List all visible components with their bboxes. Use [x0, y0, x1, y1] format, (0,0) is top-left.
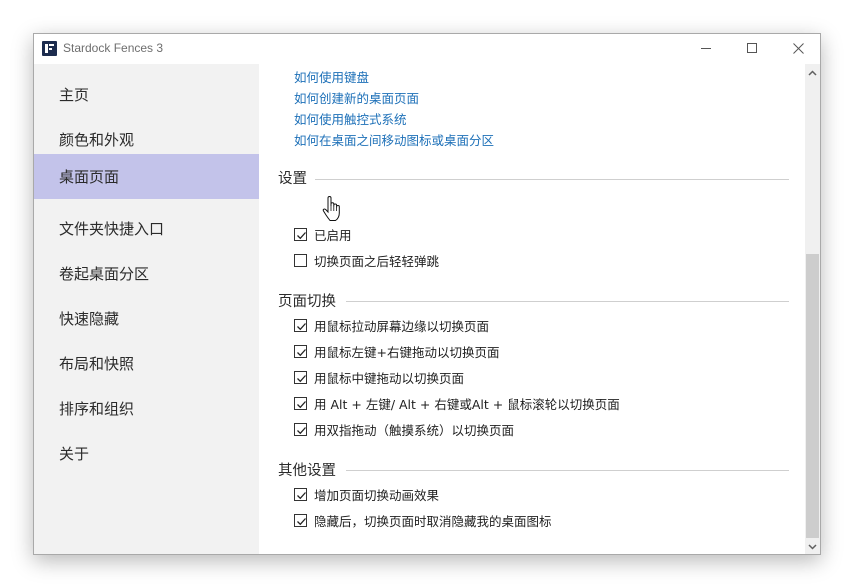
checkbox[interactable]	[294, 227, 307, 241]
checkmark-icon	[297, 400, 306, 408]
option-label: 增加页面切换动画效果	[314, 487, 440, 503]
checkbox[interactable]	[294, 253, 307, 267]
fences-app-icon	[42, 41, 57, 56]
checkbox[interactable]	[294, 422, 307, 436]
sidebar-item-desktop-pages[interactable]: 桌面页面	[34, 154, 259, 199]
checkmark-icon	[297, 517, 306, 525]
help-link-move-icons[interactable]: 如何在桌面之间移动图标或桌面分区	[294, 130, 494, 149]
checkmark-icon	[297, 231, 306, 239]
minimize-button[interactable]	[683, 34, 729, 63]
title-bar[interactable]: Stardock Fences 3	[34, 34, 820, 63]
sidebar-item-rollup[interactable]: 卷起桌面分区	[34, 251, 259, 296]
help-link-keyboard[interactable]: 如何使用键盘	[294, 67, 369, 86]
hand-cursor-icon	[322, 196, 340, 221]
option-screen-edge[interactable]: 用鼠标拉动屏幕边缘以切换页面	[294, 316, 489, 334]
option-middle-drag[interactable]: 用鼠标中键拖动以切换页面	[294, 368, 464, 386]
option-switch-animation[interactable]: 增加页面切换动画效果	[294, 485, 439, 503]
checkbox[interactable]	[294, 318, 307, 332]
checkmark-icon	[297, 491, 306, 499]
section-divider	[346, 301, 789, 302]
close-button[interactable]	[775, 34, 820, 63]
sidebar-item-layout-snapshots[interactable]: 布局和快照	[34, 341, 259, 386]
chevron-down-icon	[808, 544, 817, 550]
scroll-up-button[interactable]	[805, 64, 820, 82]
option-label: 用双指拖动（触摸系统）以切换页面	[314, 422, 515, 438]
option-label: 用 Alt + 左键/ Alt + 右键或Alt + 鼠标滚轮以切换页面	[314, 396, 620, 412]
checkbox[interactable]	[294, 370, 307, 384]
sidebar-item-folder-portals[interactable]: 文件夹快捷入口	[34, 206, 259, 251]
option-label: 隐藏后，切换页面时取消隐藏我的桌面图标	[314, 513, 552, 529]
checkbox[interactable]	[294, 396, 307, 410]
app-window: Stardock Fences 3 主页 颜色和外观 桌面页面 文件夹快捷入口 …	[33, 33, 821, 555]
option-label: 切换页面之后轻轻弹跳	[314, 253, 440, 269]
checkmark-icon	[297, 348, 306, 356]
checkbox[interactable]	[294, 487, 307, 501]
minimize-icon	[700, 48, 711, 49]
section-title-settings: 设置	[278, 171, 307, 187]
help-link-touch[interactable]: 如何使用触控式系统	[294, 109, 407, 128]
scroll-down-button[interactable]	[805, 538, 820, 554]
option-label: 已启用	[314, 227, 352, 243]
option-label: 用鼠标拉动屏幕边缘以切换页面	[314, 318, 490, 334]
chevron-up-icon	[808, 70, 817, 76]
section-title-other: 其他设置	[278, 463, 336, 479]
sidebar-item-home[interactable]: 主页	[34, 72, 259, 117]
checkmark-icon	[297, 426, 306, 434]
option-enabled[interactable]: 已启用	[294, 225, 352, 243]
option-label: 用鼠标左键+右键拖动以切换页面	[314, 344, 500, 360]
section-divider	[315, 179, 789, 180]
sidebar-item-about[interactable]: 关于	[34, 431, 259, 476]
sidebar-item-sort-organize[interactable]: 排序和组织	[34, 386, 259, 431]
vertical-scrollbar[interactable]	[805, 64, 820, 554]
scroll-thumb[interactable]	[806, 254, 819, 538]
sidebar-item-quick-hide[interactable]: 快速隐藏	[34, 296, 259, 341]
checkbox[interactable]	[294, 344, 307, 358]
option-left-right-drag[interactable]: 用鼠标左键+右键拖动以切换页面	[294, 342, 499, 360]
option-unhide-on-switch[interactable]: 隐藏后，切换页面时取消隐藏我的桌面图标	[294, 511, 552, 529]
checkbox[interactable]	[294, 513, 307, 527]
checkmark-icon	[297, 374, 306, 382]
maximize-button[interactable]	[729, 34, 775, 63]
settings-content: 如何使用键盘 如何创建新的桌面页面 如何使用触控式系统 如何在桌面之间移动图标或…	[259, 64, 805, 554]
option-label: 用鼠标中键拖动以切换页面	[314, 370, 465, 386]
close-icon	[792, 43, 804, 54]
sidebar-nav: 主页 颜色和外观 桌面页面 文件夹快捷入口 卷起桌面分区 快速隐藏 布局和快照 …	[34, 64, 259, 554]
option-two-finger-drag[interactable]: 用双指拖动（触摸系统）以切换页面	[294, 420, 514, 438]
option-bounce-after-switch[interactable]: 切换页面之后轻轻弹跳	[294, 251, 439, 269]
help-link-create-page[interactable]: 如何创建新的桌面页面	[294, 88, 419, 107]
section-title-page-switch: 页面切换	[278, 294, 336, 310]
checkmark-icon	[297, 322, 306, 330]
maximize-icon	[746, 43, 757, 53]
option-alt-click-wheel[interactable]: 用 Alt + 左键/ Alt + 右键或Alt + 鼠标滚轮以切换页面	[294, 394, 620, 412]
section-divider	[346, 470, 789, 471]
window-title: Stardock Fences 3	[63, 41, 164, 55]
